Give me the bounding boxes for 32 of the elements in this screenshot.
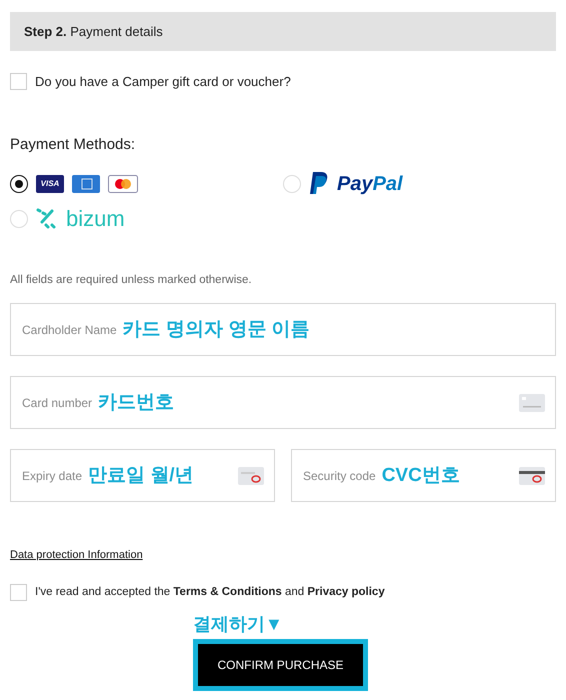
field-placeholder: Card number bbox=[22, 394, 92, 412]
field-placeholder: Expiry date bbox=[22, 468, 82, 485]
input-field[interactable]: Security code CVC번호 bbox=[291, 449, 556, 502]
checkbox[interactable] bbox=[10, 73, 27, 90]
confirm-purchase-button[interactable]: CONFIRM PURCHASE bbox=[198, 644, 363, 686]
field-placeholder: Security code bbox=[303, 468, 376, 485]
annotation-text: 결제하기▼ bbox=[193, 613, 284, 636]
radio-button[interactable] bbox=[10, 175, 28, 193]
input-field[interactable]: Card number 카드번호 bbox=[10, 376, 556, 430]
step-title: Step 2. Payment details bbox=[24, 22, 163, 41]
paypal-logo: PayPal bbox=[337, 174, 403, 194]
mastercard-icon bbox=[108, 175, 138, 193]
annotation-text: 카드 명의자 영문 이름 bbox=[122, 318, 310, 342]
input-field[interactable]: Expiry date 만료일 월/년 bbox=[10, 449, 275, 502]
annotation-text: 만료일 월/년 bbox=[88, 464, 194, 488]
annotation-text: 카드번호 bbox=[98, 390, 174, 414]
annotation-text: CVC번호 bbox=[382, 464, 460, 488]
card-icon bbox=[519, 394, 545, 412]
paypal-icon bbox=[309, 172, 329, 196]
bizum-icon bbox=[36, 208, 58, 230]
card-icon bbox=[238, 466, 264, 485]
terms-text: I've read and accepted the Terms & Conditions and Privacy policy bbox=[35, 584, 385, 600]
input-field[interactable]: Cardholder Name 카드 명의자 영문 이름 bbox=[10, 303, 556, 356]
field-placeholder: Cardholder Name bbox=[22, 322, 117, 339]
bizum-logo: bizum bbox=[66, 208, 125, 230]
card-back-icon bbox=[519, 466, 545, 485]
section-title: Payment Methods: bbox=[10, 134, 136, 154]
required-note: All fields are required unless marked otherwise. bbox=[10, 273, 253, 288]
checkbox[interactable] bbox=[10, 584, 27, 601]
visa-logo: VISA bbox=[36, 175, 64, 193]
checkbox-label: Do you have a Camper gift card or voucher? bbox=[35, 73, 291, 91]
data-protection-link[interactable]: Data protection Information bbox=[10, 549, 143, 562]
